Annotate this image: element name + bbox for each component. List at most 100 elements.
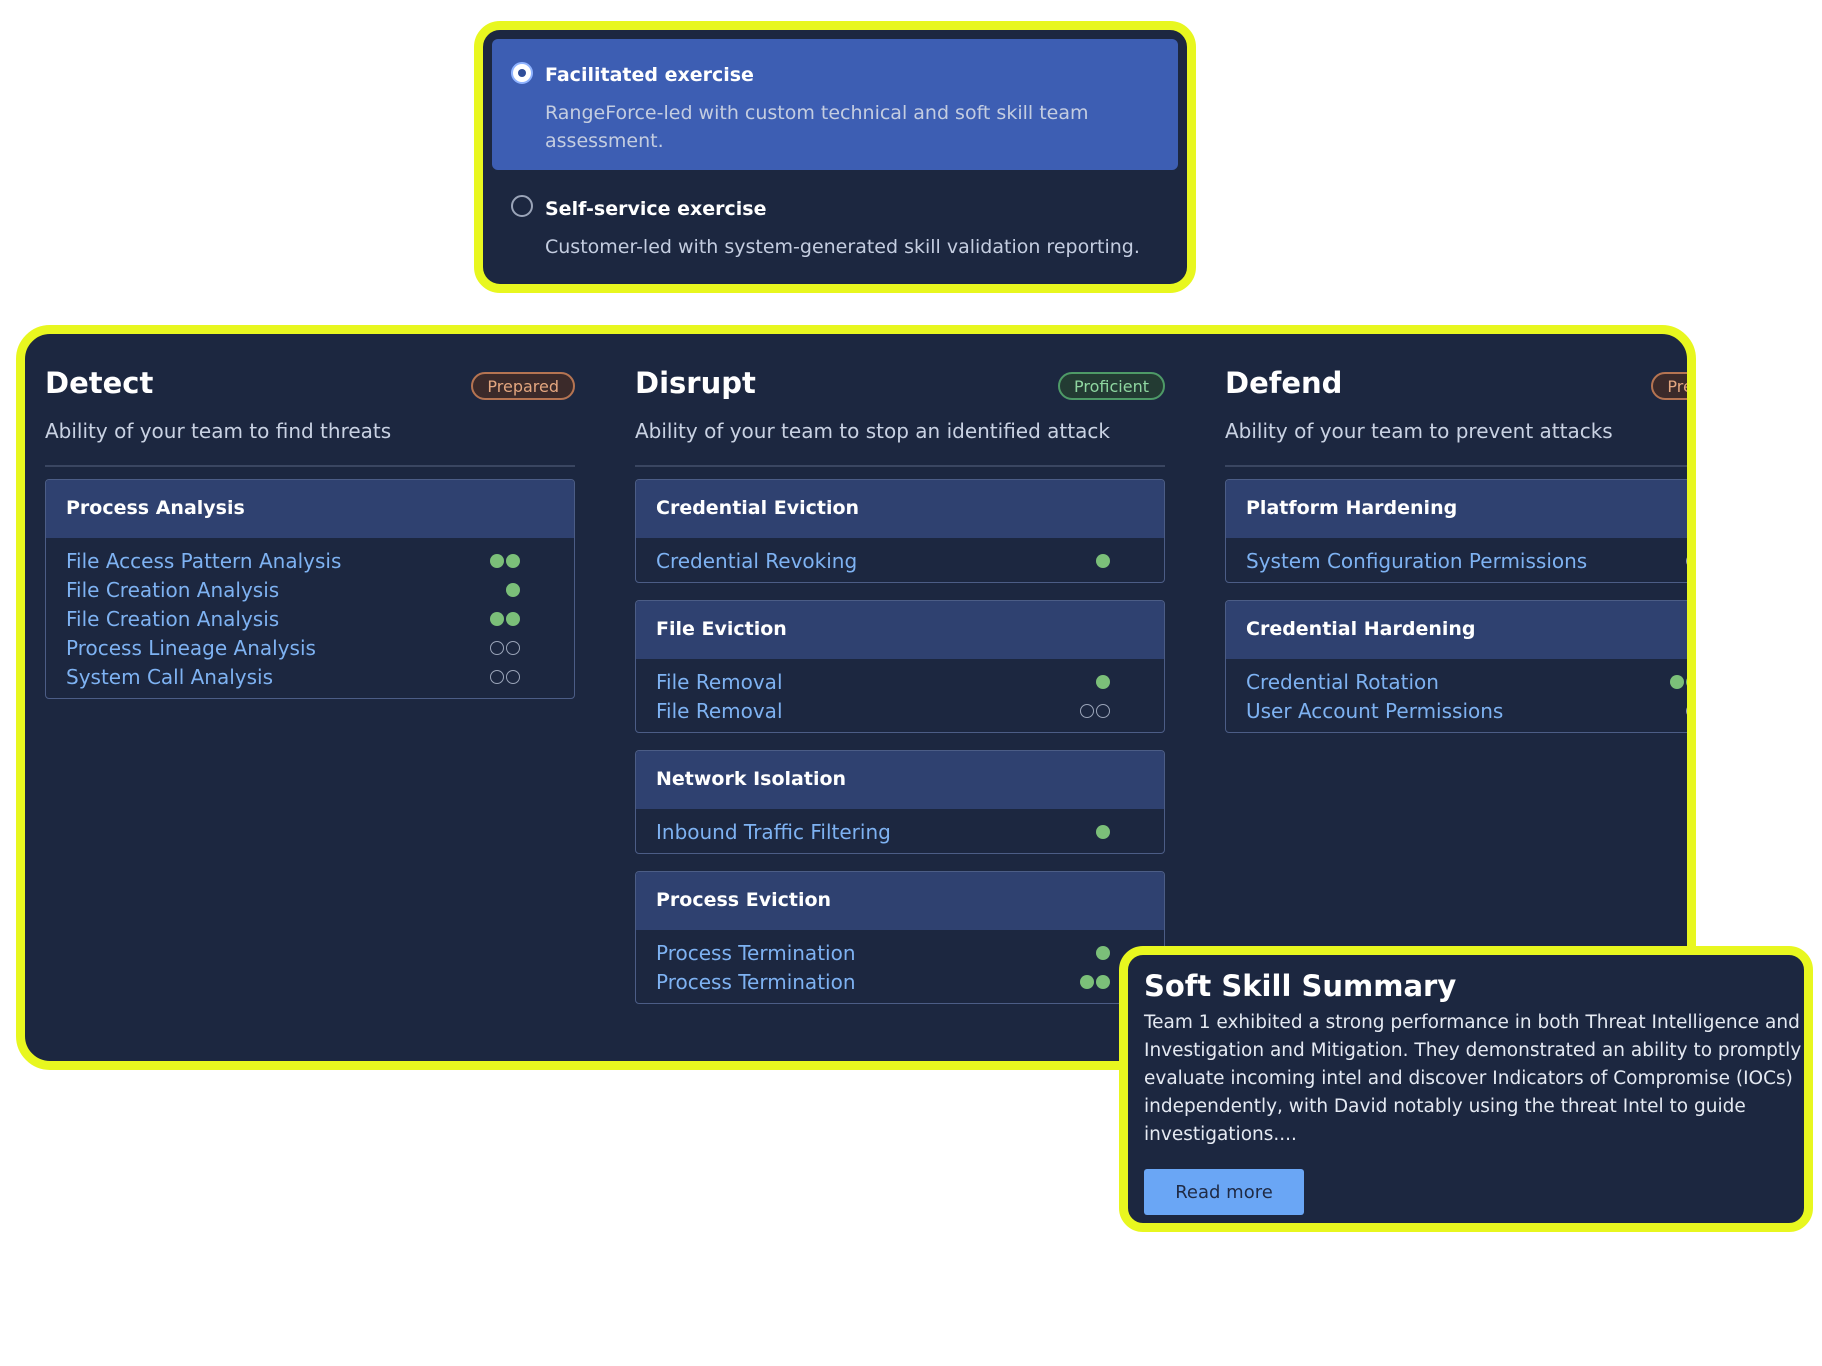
self-service-exercise-option[interactable]: Self-service exercise Customer-led with … [492, 183, 1178, 279]
skill-card: Network Isolation Inbound Traffic Filteri… [635, 750, 1165, 854]
skill-card: Process Analysis File Access Pattern Anal… [45, 479, 575, 699]
skill-link[interactable]: Process Lineage Analysis [66, 636, 316, 660]
skill-card: Credential Hardening Credential Rotation U… [1225, 600, 1687, 733]
skill-link[interactable]: File Access Pattern Analysis [66, 549, 341, 573]
skill-level-indicator [1686, 554, 1687, 570]
skill-link[interactable]: File Creation Analysis [66, 607, 279, 631]
skill-level-indicator [1686, 704, 1687, 720]
skill-link[interactable]: Credential Rotation [1246, 670, 1439, 694]
skill-item[interactable]: System Configuration Permissions [1246, 547, 1687, 576]
skill-card-body: Credential Revoking [636, 538, 1164, 582]
skill-card-title: File Eviction [636, 601, 1164, 659]
skill-level-indicator [506, 583, 520, 599]
skill-card-title: Credential Eviction [636, 480, 1164, 538]
skill-link[interactable]: Process Termination [656, 941, 856, 965]
status-badge: Proficient [1058, 372, 1165, 400]
skill-item[interactable]: File Removal [656, 697, 1144, 726]
divider [45, 465, 575, 467]
empty-dot-icon [506, 670, 520, 684]
skill-card: Process Eviction Process Termination Proce… [635, 871, 1165, 1004]
skill-link[interactable]: System Call Analysis [66, 665, 273, 689]
radio-selected-icon[interactable] [511, 62, 533, 84]
skill-level-indicator [490, 670, 520, 686]
skill-card-title: Credential Hardening [1226, 601, 1687, 659]
skill-card-body: File Access Pattern Analysis File Creatio… [46, 538, 574, 698]
skill-level-indicator [490, 554, 520, 570]
skill-card: Credential Eviction Credential Revoking [635, 479, 1165, 583]
skill-link[interactable]: System Configuration Permissions [1246, 549, 1587, 573]
option-description: Customer-led with system-generated skill… [545, 236, 1140, 258]
empty-dot-icon [506, 641, 520, 655]
empty-dot-icon [1686, 554, 1687, 568]
divider [635, 465, 1165, 467]
skill-item[interactable]: File Access Pattern Analysis [66, 547, 554, 576]
skill-card-title: Platform Hardening [1226, 480, 1687, 538]
skill-item[interactable]: Credential Revoking [656, 547, 1144, 576]
empty-dot-icon [490, 670, 504, 684]
skill-item[interactable]: File Creation Analysis [66, 605, 554, 634]
skill-card-title: Process Analysis [46, 480, 574, 538]
column-title: Detect [45, 366, 154, 400]
option-title: Facilitated exercise [545, 64, 754, 86]
divider [1225, 465, 1687, 467]
skill-level-indicator [1096, 675, 1110, 691]
skill-item[interactable]: Process Termination [656, 968, 1144, 997]
skill-link[interactable]: User Account Permissions [1246, 699, 1503, 723]
status-badge: Prepared [471, 372, 575, 400]
filled-dot-icon [1096, 554, 1110, 568]
skill-item[interactable]: System Call Analysis [66, 663, 554, 692]
skill-link[interactable]: Process Termination [656, 970, 856, 994]
filled-dot-icon [1096, 975, 1110, 989]
option-description: RangeForce-led with custom technical and… [545, 102, 1089, 152]
filled-dot-icon [506, 554, 520, 568]
skill-card-title: Network Isolation [636, 751, 1164, 809]
filled-dot-icon [1686, 675, 1687, 689]
option-title: Self-service exercise [545, 198, 767, 220]
soft-skill-summary-panel: Soft Skill Summary Team 1 exhibited a st… [1119, 946, 1813, 1232]
filled-dot-icon [490, 554, 504, 568]
filled-dot-icon [506, 612, 520, 626]
skill-level-indicator [1096, 946, 1110, 962]
skill-link[interactable]: File Removal [656, 670, 783, 694]
skill-card-body: Process Termination Process Termination [636, 930, 1164, 1003]
skill-link[interactable]: Inbound Traffic Filtering [656, 820, 891, 844]
filled-dot-icon [1080, 975, 1094, 989]
radio-unselected-icon[interactable] [511, 195, 533, 217]
skill-item[interactable]: Credential Rotation [1246, 668, 1687, 697]
exercise-type-panel: Facilitated exercise RangeForce-led with… [474, 21, 1196, 293]
read-more-button[interactable]: Read more [1144, 1169, 1304, 1215]
skill-level-indicator [1096, 825, 1110, 841]
summary-text: Team 1 exhibited a strong performance in… [1144, 1012, 1802, 1145]
summary-title: Soft Skill Summary [1144, 969, 1457, 1003]
skill-item[interactable]: Process Lineage Analysis [66, 634, 554, 663]
empty-dot-icon [1686, 704, 1687, 718]
skill-link[interactable]: Credential Revoking [656, 549, 857, 573]
skill-level-indicator [1080, 975, 1110, 991]
facilitated-exercise-option[interactable]: Facilitated exercise RangeForce-led with… [492, 39, 1178, 170]
empty-dot-icon [490, 641, 504, 655]
column-subtitle: Ability of your team to stop an identifi… [635, 419, 1110, 443]
skill-link[interactable]: File Removal [656, 699, 783, 723]
skill-card-body: Credential Rotation User Account Permissi… [1226, 659, 1687, 732]
skill-item[interactable]: File Creation Analysis [66, 576, 554, 605]
skill-item[interactable]: User Account Permissions [1246, 697, 1687, 726]
status-badge: Prepared [1651, 372, 1687, 400]
skill-level-indicator [490, 641, 520, 657]
filled-dot-icon [506, 583, 520, 597]
skill-link[interactable]: File Creation Analysis [66, 578, 279, 602]
empty-dot-icon [1096, 704, 1110, 718]
skill-card-body: File Removal File Removal [636, 659, 1164, 732]
skill-item[interactable]: Process Termination [656, 939, 1144, 968]
filled-dot-icon [1096, 946, 1110, 960]
filled-dot-icon [1096, 675, 1110, 689]
skill-level-indicator [1670, 675, 1687, 691]
skill-item[interactable]: Inbound Traffic Filtering [656, 818, 1144, 847]
column-subtitle: Ability of your team to find threats [45, 419, 392, 443]
skill-card: File Eviction File Removal File Removal [635, 600, 1165, 733]
skill-card-body: System Configuration Permissions [1226, 538, 1687, 582]
filled-dot-icon [490, 612, 504, 626]
filled-dot-icon [1096, 825, 1110, 839]
skill-item[interactable]: File Removal [656, 668, 1144, 697]
skill-level-indicator [1080, 704, 1110, 720]
filled-dot-icon [1670, 675, 1684, 689]
